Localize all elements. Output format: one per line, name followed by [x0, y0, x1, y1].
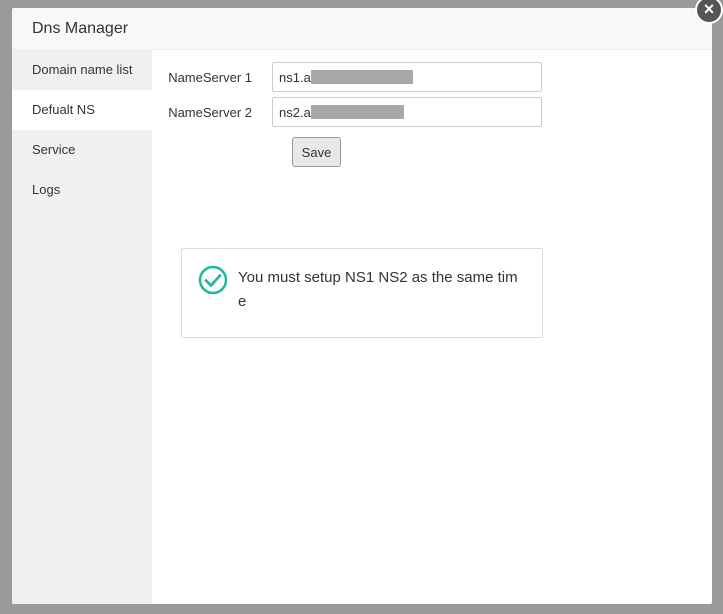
ns2-row: NameServer 2 ns2.a [152, 97, 542, 127]
dialog-title: Dns Manager [12, 8, 712, 50]
sidebar-item-logs[interactable]: Logs [12, 170, 152, 210]
redaction [310, 105, 404, 119]
dns-manager-dialog: Dns Manager Domain name list Defualt NS … [12, 8, 712, 604]
ns1-input[interactable]: ns1.a [272, 62, 542, 92]
sidebar-item-service[interactable]: Service [12, 130, 152, 170]
message-text: You must setup NS1 NS2 as the same time [238, 269, 518, 310]
sidebar-item-domain-name-list[interactable]: Domain name list [12, 50, 152, 90]
redaction [310, 70, 413, 84]
sidebar: Domain name list Defualt NS Service Logs [12, 50, 152, 604]
sidebar-item-default-ns[interactable]: Defualt NS [12, 90, 152, 130]
ns1-row: NameServer 1 ns1.a [152, 62, 542, 92]
save-button[interactable]: Save [292, 137, 341, 167]
ns1-label: NameServer 1 [168, 69, 252, 85]
ns1-value: ns1.a [279, 69, 311, 85]
check-circle-icon [198, 265, 228, 295]
ns2-input[interactable]: ns2.a [272, 97, 542, 127]
ns2-value: ns2.a [279, 104, 311, 120]
close-icon[interactable]: × [695, 0, 723, 24]
info-message: You must setup NS1 NS2 as the same time [181, 248, 543, 338]
main-panel: NameServer 1 ns1.a NameServer 2 ns2.a Sa… [152, 50, 712, 604]
ns2-label: NameServer 2 [168, 104, 252, 120]
